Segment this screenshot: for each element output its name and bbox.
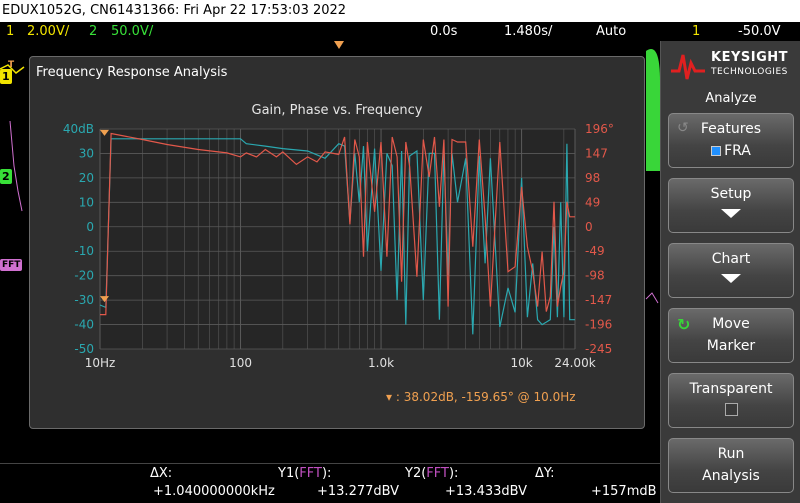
ch2-number[interactable]: 2 [89,22,97,41]
fft-trace-right [645,292,659,304]
ch1-scale[interactable]: 2.00V/ [27,22,69,41]
gain-tick-label: 30 [79,146,94,160]
y2-label: Y2(FFT): [405,466,459,481]
ch2-ground-marker[interactable]: 2 [0,169,12,184]
transparent-softkey[interactable]: Transparent [668,373,794,428]
time-scale[interactable]: 1.480s/ [504,22,552,41]
fra-cursor-icon: ▾ : [386,390,400,404]
fra-cursor-readout: ▾ : 38.02dB, -159.65° @ 10.0Hz [386,390,576,404]
window-title: EDUX1052G, CN61431366: Fri Apr 22 17:53:… [0,0,800,22]
transparent-label: Transparent [689,381,773,397]
phase-tick-label: 49 [585,195,600,209]
chart-softkey[interactable]: Chart [668,243,794,298]
gain-tick-label: -10 [74,244,94,258]
ch2-trace-right [646,49,660,171]
features-softkey[interactable]: ↺ Features FRA [668,113,794,168]
measurement-bar: ΔX: +1.040000000kHz Y1(FFT): +13.277dBV … [0,463,660,503]
phase-tick-label: -49 [585,244,605,258]
transparent-checkbox-icon [725,403,738,416]
x-tick-label: 100 [229,356,252,370]
trigger-position-marker [334,41,344,49]
gain-tick-label: -40 [74,318,94,332]
gain-tick-label: 10 [79,195,94,209]
x-tick-label: 1.0k [368,356,394,370]
setup-label: Setup [710,186,752,202]
delta-x-value: +1.040000000kHz [153,484,275,499]
x-tick-label: 10Hz [85,356,116,370]
gain-tick-label: -30 [74,293,94,307]
delta-x-label: ΔX: [150,466,173,481]
setup-submenu-arrow-icon [721,209,741,218]
move-label-2: Marker [706,338,756,354]
phase-tick-label: 147 [585,146,608,160]
features-value: FRA [669,143,793,159]
fra-readout-value: 38.02dB, -159.65° @ 10.0Hz [403,390,576,404]
phase-tick-label: 98 [585,171,600,185]
x-tick-label: 24.00k [554,356,595,370]
y1-value: +13.277dBV [317,484,400,499]
gain-tick-label: 0 [86,220,94,234]
phase-tick-label: 196° [585,122,614,136]
softkey-panel: KEYSIGHT TECHNOLOGIES Analyze ↺ Features… [660,41,800,503]
y1-label: Y1(FFT): [278,466,332,481]
ch2-scale[interactable]: 50.0V/ [111,22,153,41]
menu-title: Analyze [705,91,757,106]
fra-checkbox-icon [711,146,722,156]
keysight-wave-icon [671,54,705,80]
plot-area [100,129,575,349]
gain-tick-label: -20 [74,269,94,283]
trigger-source[interactable]: 1 [692,22,700,41]
fra-window[interactable]: Frequency Response Analysis Gain, Phase … [29,56,645,429]
keysight-logo: KEYSIGHT TECHNOLOGIES [661,41,800,87]
fft-marker[interactable]: FFT [0,259,23,271]
y2-value: +13.433dBV [445,484,528,499]
fft-trace-left [9,120,23,212]
x-tick-label: 10k [510,356,532,370]
trigger-level[interactable]: -50.0V [738,22,781,41]
phase-tick-label: -147 [585,293,612,307]
trigger-mode[interactable]: Auto [596,22,626,41]
trigger-level-marker[interactable]: T [6,59,16,71]
time-position[interactable]: 0.0s [430,22,457,41]
phase-tick-label: -98 [585,269,605,283]
features-label: Features [700,121,762,137]
run-label-2: Analysis [702,468,760,484]
gain-tick-label: 20 [79,171,94,185]
gain-tick-label: -50 [74,342,94,356]
ch1-ground-marker[interactable]: 1 [0,69,12,84]
chart-label: Chart [711,251,751,267]
status-bar: 1 2.00V/ 2 50.0V/ 0.0s 1.480s/ Auto 1 -5… [0,22,800,41]
delta-y-value: +157mdB [591,484,657,499]
gain-tick-label: 40dB [63,122,94,136]
run-label-1: Run [717,446,745,462]
phase-tick-label: -245 [585,342,612,356]
fra-chart[interactable]: 40dB3020100-10-20-30-40-50196°14798490-4… [30,57,646,430]
setup-softkey[interactable]: Setup [668,178,794,233]
move-marker-softkey[interactable]: ↻ Move Marker [668,308,794,363]
chart-submenu-arrow-icon [721,274,741,283]
phase-tick-label: 0 [585,220,593,234]
run-analysis-softkey[interactable]: Run Analysis [668,438,794,493]
brand-subtitle: TECHNOLOGIES [711,67,788,77]
move-label-1: Move [712,316,750,332]
delta-y-label: ΔY: [535,466,555,481]
phase-tick-label: -196 [585,318,612,332]
ch1-number[interactable]: 1 [6,22,14,41]
brand-name: KEYSIGHT [711,50,788,65]
